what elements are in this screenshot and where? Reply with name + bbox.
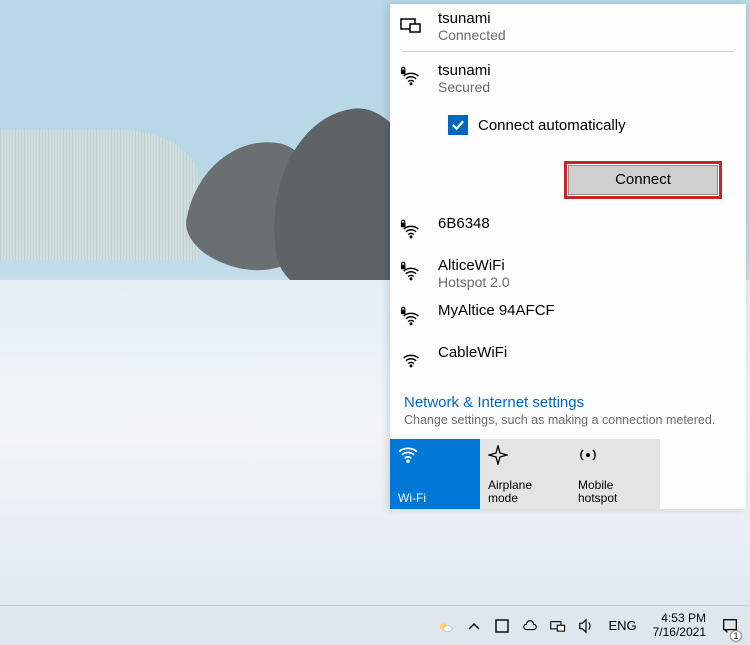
- airplane-icon: [488, 445, 508, 465]
- tray-app-icon[interactable]: [490, 606, 514, 645]
- wifi-secured-icon: [400, 302, 426, 332]
- ethernet-status: Connected: [438, 27, 736, 43]
- wifi-icon: [398, 445, 418, 465]
- tray-time: 4:53 PM: [653, 612, 706, 626]
- tray-action-center[interactable]: 1: [716, 606, 744, 645]
- wifi-item[interactable]: AlticeWiFiHotspot 2.0: [390, 251, 746, 296]
- wifi-item[interactable]: CableWiFi: [390, 338, 746, 380]
- auto-connect-row[interactable]: Connect automatically: [448, 115, 736, 135]
- tile-airplane-label: Airplane mode: [488, 479, 561, 505]
- wifi-name: AlticeWiFi: [438, 257, 736, 274]
- connect-highlight: Connect: [564, 161, 722, 199]
- tile-wifi-label: Wi-Fi: [398, 492, 471, 505]
- wifi-name: MyAltice 94AFCF: [438, 302, 736, 319]
- notification-badge: 1: [730, 630, 742, 642]
- tile-hotspot[interactable]: Mobile hotspot: [570, 439, 660, 509]
- settings-title: Network & Internet settings: [404, 394, 732, 411]
- wifi-secured-icon: [400, 215, 426, 245]
- tray-date: 7/16/2021: [653, 626, 706, 640]
- wifi-item[interactable]: 6B6348: [390, 209, 746, 251]
- ethernet-icon: [400, 10, 426, 40]
- tray-volume-icon[interactable]: [574, 606, 598, 645]
- wifi-selected-name: tsunami: [438, 62, 736, 79]
- taskbar: ENG 4:53 PM 7/16/2021 1: [0, 605, 750, 645]
- wifi-name: 6B6348: [438, 215, 736, 232]
- tile-wifi[interactable]: Wi-Fi: [390, 439, 480, 509]
- wifi-selected-status: Secured: [438, 79, 736, 95]
- wifi-item[interactable]: MyAltice 94AFCF: [390, 296, 746, 338]
- ethernet-item[interactable]: tsunami Connected: [390, 4, 746, 49]
- settings-subtitle: Change settings, such as making a connec…: [404, 413, 732, 427]
- hotspot-icon: [578, 445, 598, 465]
- quick-tiles: Wi-Fi Airplane mode Mobile hotspot: [390, 439, 746, 509]
- network-settings-link[interactable]: Network & Internet settings Change setti…: [390, 380, 746, 439]
- wifi-subtitle: Hotspot 2.0: [438, 274, 736, 290]
- tile-airplane[interactable]: Airplane mode: [480, 439, 570, 509]
- tray-clock[interactable]: 4:53 PM 7/16/2021: [647, 612, 712, 640]
- wifi-open-icon: [400, 344, 426, 374]
- wifi-secured-icon: [400, 62, 426, 95]
- tray-network-icon[interactable]: [546, 606, 570, 645]
- connect-button[interactable]: Connect: [568, 165, 718, 195]
- tile-hotspot-label: Mobile hotspot: [578, 479, 651, 505]
- network-flyout: tsunami Connected tsunami Secured Connec…: [390, 4, 746, 509]
- wifi-name: CableWiFi: [438, 344, 736, 361]
- tray-onedrive-icon[interactable]: [518, 606, 542, 645]
- wifi-secured-icon: [400, 257, 426, 287]
- tray-language[interactable]: ENG: [602, 618, 642, 633]
- separator: [402, 51, 734, 52]
- auto-connect-checkbox[interactable]: [448, 115, 468, 135]
- tray-overflow-icon[interactable]: [462, 606, 486, 645]
- tray-weather-icon[interactable]: [434, 606, 458, 645]
- auto-connect-label: Connect automatically: [478, 117, 626, 134]
- wifi-item-selected[interactable]: tsunami Secured Connect automatically Co…: [390, 56, 746, 209]
- ethernet-name: tsunami: [438, 10, 736, 27]
